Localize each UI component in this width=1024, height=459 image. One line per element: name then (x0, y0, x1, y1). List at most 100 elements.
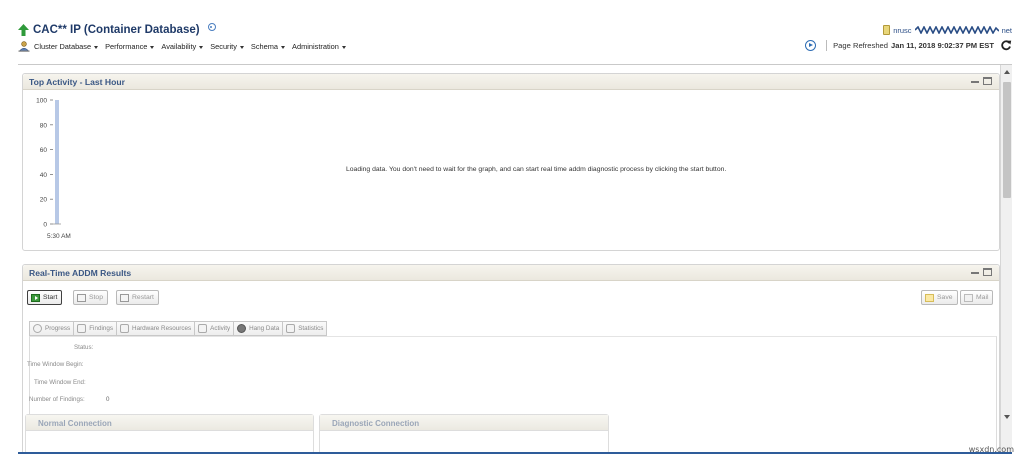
y-tick-label: 40 (40, 172, 48, 179)
user-name-suffix: net (1001, 25, 1012, 35)
diagnostic-connection-header: Diagnostic Connection (320, 415, 608, 431)
binoculars-icon (77, 324, 87, 333)
top-activity-title: Top Activity - Last Hour (29, 77, 125, 87)
menu-performance[interactable]: Performance (105, 42, 155, 51)
stop-label: Stop (89, 294, 103, 301)
em-page: CAC** IP (Container Database) Cluster Da… (0, 0, 1024, 459)
region-header: Real-Time ADDM Results (23, 265, 999, 281)
time-window-begin-label: Time Window Begin: (27, 361, 84, 368)
number-of-findings-value: 0 (106, 396, 110, 403)
top-activity-region: Top Activity - Last Hour 100 80 60 40 20 0 5:3… (22, 73, 1000, 251)
menu-label: Security (210, 42, 237, 51)
y-tick-label: 80 (40, 122, 48, 129)
tab-hang-data[interactable]: Hang Data (233, 321, 283, 336)
menu-administration[interactable]: Administration (292, 42, 346, 51)
region-header: Top Activity - Last Hour (23, 74, 999, 90)
status-label: Status: (74, 344, 94, 351)
mail-button[interactable]: Mail (960, 290, 994, 305)
statistics-icon (286, 324, 296, 333)
redacted-scribble-icon (914, 26, 999, 34)
clock-icon (33, 324, 42, 333)
tab-progress[interactable]: Progress (29, 321, 74, 336)
caret-down-icon (150, 45, 155, 49)
page-title: CAC** IP (Container Database) (33, 24, 200, 36)
menu-availability[interactable]: Availability (161, 42, 204, 51)
stop-button[interactable]: Stop (73, 290, 108, 305)
minimize-icon[interactable] (971, 272, 979, 274)
tab-statistics[interactable]: Statistics (282, 321, 328, 336)
activity-bar (55, 100, 59, 224)
x-tick-label: 5:30 AM (47, 233, 71, 240)
refresh-row: Page Refreshed Jan 11, 2018 9:02:37 PM E… (805, 39, 1012, 51)
info-icon[interactable] (207, 23, 216, 31)
addm-tabs: Progress Findings Hardware Resources Act… (29, 321, 328, 336)
menu-label: Administration (292, 42, 339, 51)
tab-label: Activity (210, 325, 231, 332)
y-tick-label: 20 (40, 197, 48, 204)
time-window-end-label: Time Window End: (34, 379, 86, 386)
user-info: nrusc net (883, 25, 1012, 35)
menu-label: Availability (161, 42, 197, 51)
tab-label: Progress (45, 325, 71, 332)
caret-down-icon (239, 45, 244, 49)
caret-down-icon (199, 45, 204, 49)
hang-icon (237, 324, 247, 333)
menu-security[interactable]: Security (210, 42, 244, 51)
menu-label: Performance (105, 42, 148, 51)
normal-connection-header: Normal Connection (26, 415, 313, 431)
menu-schema[interactable]: Schema (250, 42, 286, 51)
play-icon[interactable] (805, 39, 817, 51)
tab-hardware-resources[interactable]: Hardware Resources (116, 321, 195, 336)
addm-title: Real-Time ADDM Results (29, 268, 132, 278)
tab-label: Statistics (298, 325, 324, 332)
normal-connection-box: Normal Connection (25, 414, 314, 452)
scroll-thumb[interactable] (1003, 82, 1011, 198)
start-button[interactable]: Start (27, 290, 63, 305)
tab-label: Hardware Resources (132, 325, 192, 332)
restart-label: Restart (132, 294, 154, 301)
menu-cluster-database[interactable]: Cluster Database (34, 42, 99, 51)
maximize-icon[interactable] (983, 77, 992, 85)
stop-icon (77, 293, 86, 302)
hardware-icon (120, 324, 130, 333)
tab-label: Hang Data (249, 325, 280, 332)
user-name-prefix[interactable]: nrusc (893, 26, 911, 35)
bottom-border (18, 452, 1012, 454)
separator (826, 39, 828, 51)
minimize-icon[interactable] (971, 81, 979, 83)
restart-button[interactable]: Restart (116, 290, 159, 305)
addm-region: Real-Time ADDM Results Start Stop Restar… (22, 264, 1000, 452)
maximize-icon[interactable] (983, 268, 992, 276)
tab-findings[interactable]: Findings (73, 321, 117, 336)
mail-icon (964, 293, 973, 302)
y-tick-label: 100 (36, 98, 47, 105)
save-icon (925, 293, 934, 302)
caret-down-icon (94, 45, 99, 49)
database-up-icon (18, 24, 29, 36)
start-icon (31, 293, 40, 302)
title-row: CAC** IP (Container Database) (18, 23, 216, 36)
watermark: wsxdn.com (968, 445, 1014, 454)
page-header: CAC** IP (Container Database) Cluster Da… (0, 0, 1024, 62)
caret-down-icon (281, 45, 286, 49)
menu-bar: Cluster Database Performance Availabilit… (18, 41, 353, 52)
start-label: Start (43, 294, 58, 301)
scroll-up-icon[interactable] (1004, 70, 1010, 74)
y-tick-label: 0 (43, 222, 47, 229)
y-tick-label: 60 (40, 147, 48, 154)
save-button[interactable]: Save (921, 290, 958, 305)
refresh-icon[interactable] (1000, 39, 1012, 51)
mail-label: Mail (976, 294, 989, 301)
loading-message: Loading data. You don't need to wait for… (346, 166, 727, 173)
vertical-scrollbar[interactable] (1000, 65, 1012, 452)
user-icon (883, 25, 891, 35)
cluster-person-icon (18, 41, 30, 52)
menu-label: Schema (250, 42, 279, 51)
scroll-down-icon[interactable] (1004, 415, 1010, 419)
activity-chart-icon (198, 324, 208, 333)
save-label: Save (937, 294, 953, 301)
page-refreshed-value: Jan 11, 2018 9:02:37 PM EST (891, 40, 994, 50)
tab-label: Findings (89, 325, 114, 332)
tab-activity[interactable]: Activity (194, 321, 234, 336)
restart-icon (120, 293, 129, 302)
